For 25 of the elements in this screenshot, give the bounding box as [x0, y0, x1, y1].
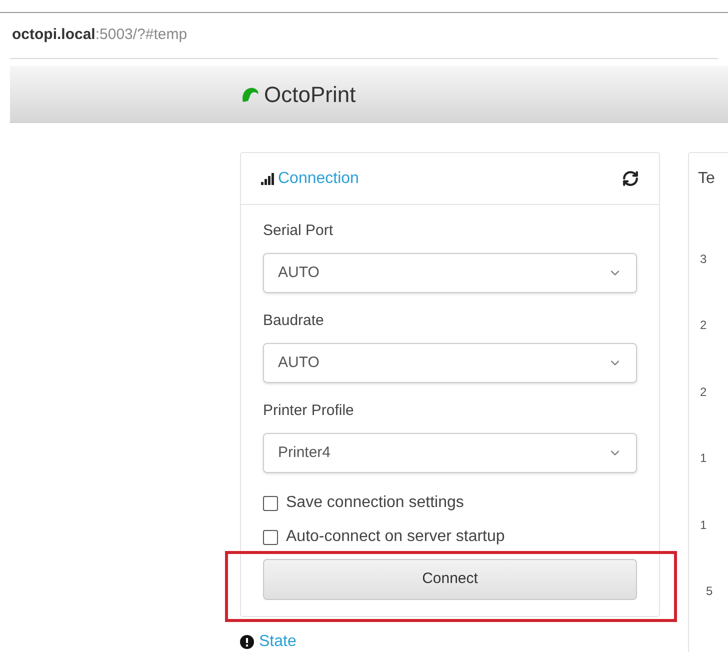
field-label: Serial Port [263, 221, 334, 241]
signal-icon [261, 172, 275, 184]
url-path: :5003/?#temp [95, 25, 188, 46]
info-icon [240, 635, 254, 649]
brand-title[interactable]: OctoPrint [264, 78, 356, 110]
select-field[interactable]: AUTO [263, 343, 637, 383]
checkbox-label: Save connection settings [286, 493, 464, 513]
checkbox-label: Auto-connect on server startup [286, 527, 505, 547]
axis-label: 2 [700, 384, 708, 401]
temperature-title[interactable]: Te [698, 167, 715, 191]
select-field[interactable]: Printer4 [263, 433, 637, 473]
address-bar[interactable]: octopi.local:5003/?#temp [10, 13, 718, 59]
axis-label: 1 [700, 450, 708, 468]
field-label: Printer Profile [263, 401, 355, 421]
axis-label: 2 [700, 317, 708, 334]
checkbox[interactable] [263, 496, 278, 510]
refresh-icon[interactable] [622, 170, 639, 187]
axis-label: 3 [700, 251, 708, 268]
axis-label: 1 [700, 516, 708, 534]
connect-button[interactable]: Connect [263, 559, 637, 600]
axis-label: 5 [705, 582, 714, 600]
select-field[interactable]: AUTO [263, 253, 637, 293]
checkbox[interactable] [263, 530, 278, 544]
url-host: octopi.local [12, 25, 96, 46]
field-label: Baudrate [263, 311, 325, 331]
